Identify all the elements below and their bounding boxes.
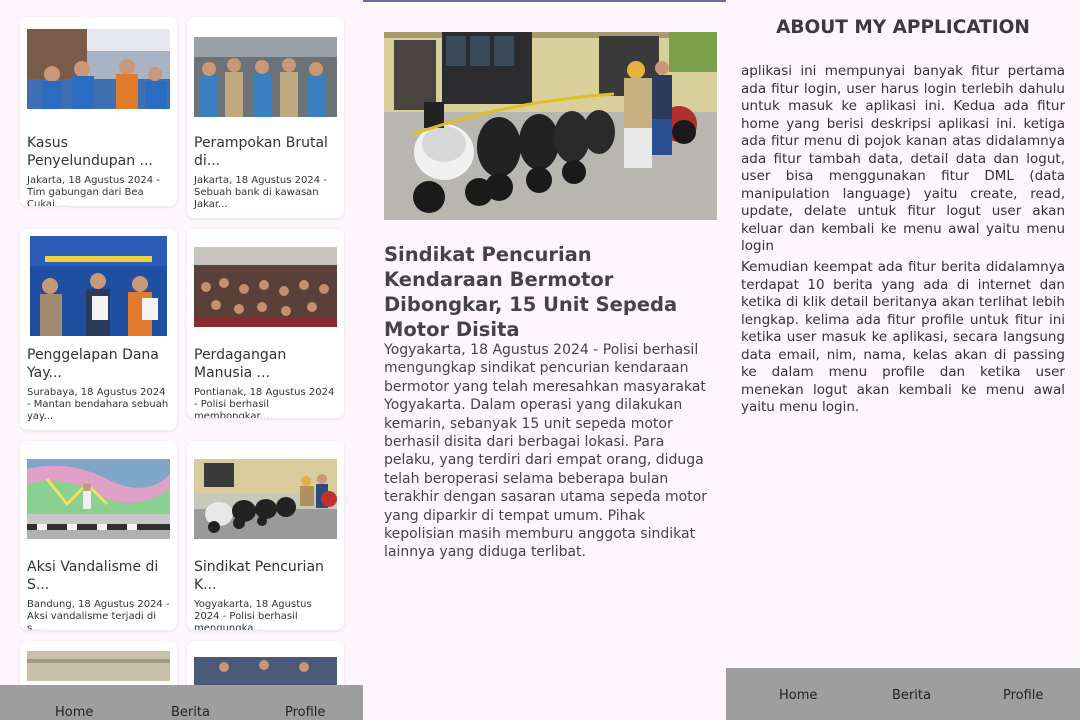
news-thumbnail	[194, 459, 337, 539]
news-card-title: Perampokan Brutal di...	[194, 135, 328, 169]
news-card-title: Perdagangan Manusia ...	[194, 347, 287, 381]
news-card[interactable]: Aksi Vandalisme di S... Bandung, 18 Agus…	[20, 441, 177, 630]
news-card[interactable]: Perampokan Brutal di... Jakarta, 18 Agus…	[187, 17, 344, 218]
nav-berita[interactable]: Berita	[171, 705, 210, 720]
news-card-excerpt: Yogyakarta, 18 Agustus 2024 - Polisi ber…	[194, 599, 312, 630]
news-card-excerpt: Surabaya, 18 Agustus 2024 - Mantan benda…	[27, 387, 169, 422]
news-card[interactable]: Kasus Penyelundupan ... Jakarta, 18 Agus…	[20, 17, 177, 206]
nav-home[interactable]: Home	[55, 705, 93, 720]
news-detail-image	[384, 32, 717, 220]
nav-berita[interactable]: Berita	[892, 688, 931, 703]
nav-home[interactable]: Home	[779, 688, 817, 703]
news-thumbnail	[27, 459, 170, 539]
news-detail-body: Yogyakarta, 18 Agustus 2024 - Polisi ber…	[384, 342, 708, 561]
news-card-excerpt: Pontianak, 18 Agustus 2024 - Polisi berh…	[194, 387, 335, 418]
news-detail-title: Sindikat Pencurian Kendaraan Bermotor Di…	[384, 243, 678, 341]
about-paragraph-2: Kemudian keempat ada fitur berita didala…	[741, 259, 1065, 415]
top-divider	[363, 0, 726, 2]
news-card-excerpt: Bandung, 18 Agustus 2024 - Aksi vandalis…	[27, 599, 170, 630]
news-card[interactable]: Penggelapan Dana Yay... Surabaya, 18 Agu…	[20, 229, 177, 430]
news-thumbnail	[194, 657, 337, 687]
news-thumbnail	[194, 37, 337, 117]
bottom-navigation: Home Berita Profile	[726, 668, 1080, 720]
news-card-excerpt: Jakarta, 18 Agustus 2024 - Tim gabungan …	[27, 175, 160, 206]
about-heading: ABOUT MY APPLICATION	[776, 17, 1030, 38]
nav-profile[interactable]: Profile	[285, 705, 325, 720]
news-card-title: Penggelapan Dana Yay...	[27, 347, 159, 381]
about-paragraph-1: aplikasi ini mempunyai banyak fitur pert…	[741, 63, 1065, 254]
news-thumbnail	[27, 651, 170, 681]
news-thumbnail	[27, 29, 170, 109]
news-thumbnail	[30, 236, 167, 336]
news-list-screen: Kasus Penyelundupan ... Jakarta, 18 Agus…	[0, 0, 363, 720]
news-card-title: Sindikat Pencurian K...	[194, 559, 324, 593]
bottom-navigation: Home Berita Profile	[0, 685, 363, 720]
news-detail-screen: Sindikat Pencurian Kendaraan Bermotor Di…	[363, 0, 726, 720]
nav-profile[interactable]: Profile	[1003, 688, 1043, 703]
news-card[interactable]: Perdagangan Manusia ... Pontianak, 18 Ag…	[187, 229, 344, 418]
about-screen: ABOUT MY APPLICATION aplikasi ini mempun…	[726, 0, 1080, 720]
news-card[interactable]: Sindikat Pencurian K... Yogyakarta, 18 A…	[187, 441, 344, 630]
news-card-title: Aksi Vandalisme di S...	[27, 559, 159, 593]
news-card-excerpt: Jakarta, 18 Agustus 2024 - Sebuah bank d…	[194, 175, 327, 210]
news-card-title: Kasus Penyelundupan ...	[27, 135, 153, 169]
news-thumbnail	[194, 247, 337, 327]
